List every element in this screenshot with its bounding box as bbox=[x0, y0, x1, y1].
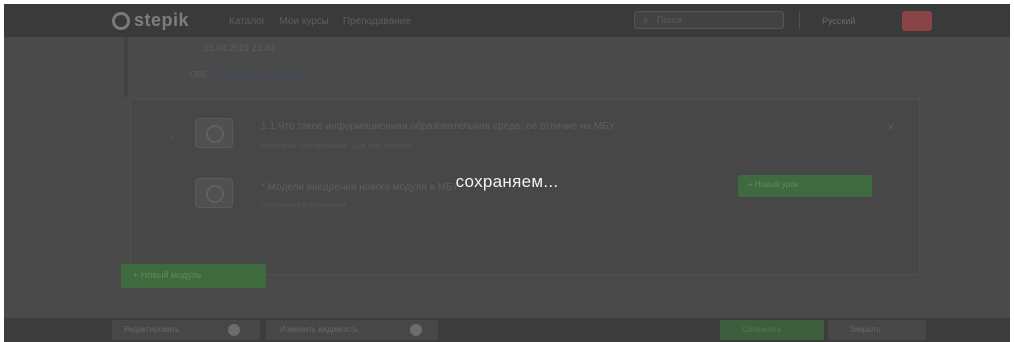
lesson-subtitle: Сохранение и публикация bbox=[261, 202, 347, 209]
search-input[interactable]: ⌕ Поиск bbox=[634, 11, 784, 29]
meta-prefix: ОБЕ bbox=[190, 70, 207, 79]
edit-visibility-label: Изменить видимость bbox=[280, 325, 358, 334]
avatar[interactable] bbox=[902, 11, 932, 31]
section-date: 15.04.2019 23:40 bbox=[204, 43, 275, 53]
add-module-button[interactable]: + Новый модуль bbox=[121, 264, 266, 288]
course-editor: 15.04.2019 23:40 ОБЕ Расширенные настрой… bbox=[124, 37, 924, 277]
edit-structure-label: Редактировать bbox=[124, 325, 180, 334]
save-button[interactable]: Сохранить bbox=[720, 320, 824, 340]
edit-visibility-button[interactable]: Изменить видимость bbox=[266, 320, 438, 340]
brand-name: stepik bbox=[134, 10, 190, 30]
lesson-subtitle: Различные составляющие · Для всех уровне… bbox=[261, 143, 411, 150]
stepik-logo-icon bbox=[112, 11, 130, 30]
brand-logo[interactable]: stepik bbox=[112, 10, 189, 31]
lesson-title[interactable]: 1.1 Что такое информационная образовател… bbox=[261, 121, 615, 132]
main-nav: Каталог Мои курсы Преподавание bbox=[229, 16, 411, 27]
advanced-settings-link[interactable]: Расширенные настройки ∨ bbox=[213, 70, 314, 79]
language-switcher[interactable]: Русский bbox=[822, 16, 855, 26]
section-meta: ОБЕ Расширенные настройки ∨ bbox=[190, 70, 313, 79]
close-label: Закрыть bbox=[850, 325, 881, 334]
search-icon: ⌕ bbox=[643, 15, 649, 26]
bottom-action-bar: Редактировать Изменить видимость Сохрани… bbox=[4, 318, 1010, 342]
search-placeholder: Поиск bbox=[657, 15, 682, 25]
section-indicator bbox=[124, 37, 128, 97]
edit-structure-button[interactable]: Редактировать bbox=[112, 320, 260, 340]
collapse-arrow-icon[interactable]: ‹ bbox=[171, 132, 174, 143]
help-icon bbox=[228, 324, 240, 336]
nav-divider bbox=[799, 12, 800, 29]
nav-item-my-courses[interactable]: Мои курсы bbox=[279, 16, 329, 27]
help-icon bbox=[410, 324, 422, 336]
nav-item-teaching[interactable]: Преподавание bbox=[343, 16, 411, 27]
lesson-logo-icon bbox=[206, 125, 224, 143]
list-item[interactable]: ‹ 1.1 Что такое информационная образоват… bbox=[131, 100, 919, 156]
close-icon[interactable]: × bbox=[887, 120, 894, 134]
lesson-thumbnail bbox=[195, 118, 233, 148]
nav-item-catalog[interactable]: Каталог bbox=[229, 16, 265, 27]
top-navbar: stepik Каталог Мои курсы Преподавание ⌕ … bbox=[4, 4, 1010, 37]
save-label: Сохранить bbox=[742, 325, 782, 334]
saving-status: сохраняем... bbox=[455, 172, 559, 191]
add-module-label: + Новый модуль bbox=[133, 270, 202, 280]
close-button[interactable]: Закрыть bbox=[828, 320, 926, 340]
